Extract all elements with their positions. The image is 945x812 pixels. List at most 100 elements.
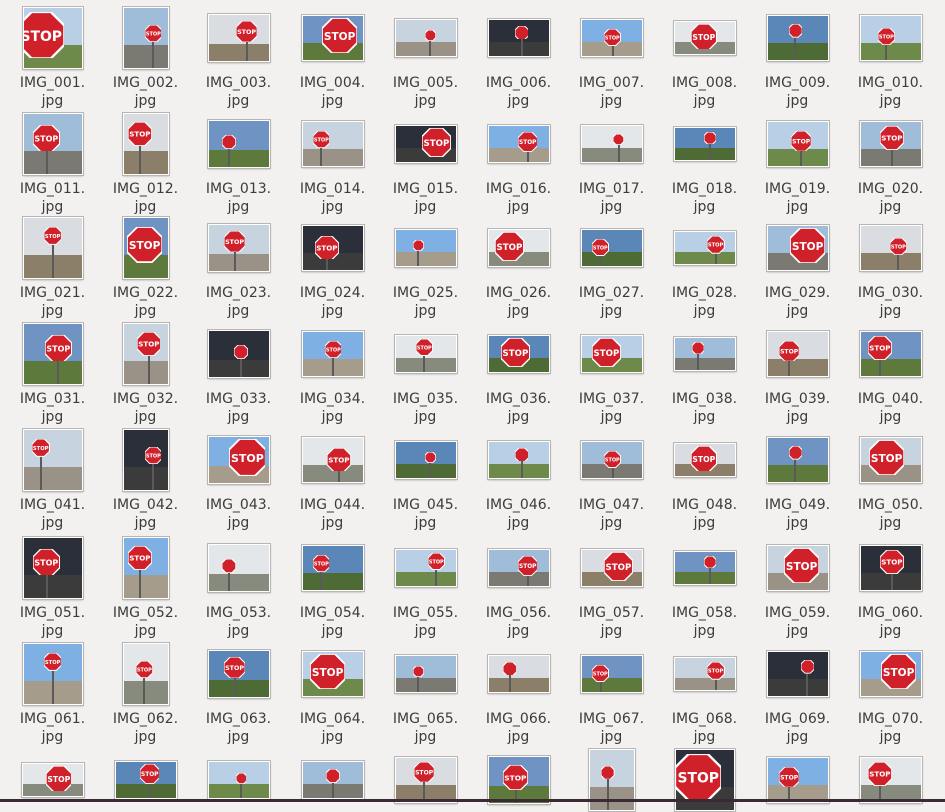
file-item[interactable]: STOP IMG_037. jpg — [565, 322, 658, 426]
stop-sign-icon — [424, 451, 436, 463]
file-item[interactable]: STOP IMG_035. jpg — [379, 322, 472, 426]
file-item-partial[interactable]: STOP — [99, 748, 192, 812]
file-item[interactable]: IMG_069. jpg — [751, 642, 844, 746]
thumbnail-frame: STOP — [472, 748, 565, 812]
file-item[interactable]: IMG_018. jpg — [658, 112, 751, 216]
file-extension: jpg — [600, 93, 623, 109]
file-item-partial[interactable] — [565, 748, 658, 812]
file-item-partial[interactable]: STOP — [751, 748, 844, 812]
file-item[interactable]: STOP IMG_029. jpg — [751, 216, 844, 320]
file-item[interactable]: STOP IMG_034. jpg — [286, 322, 379, 426]
file-item[interactable]: STOP IMG_067. jpg — [565, 642, 658, 746]
file-item[interactable]: STOP IMG_070. jpg — [844, 642, 937, 746]
file-item[interactable]: STOP IMG_042. jpg — [99, 428, 192, 532]
file-item[interactable]: STOP IMG_060. jpg — [844, 536, 937, 640]
file-item[interactable]: STOP IMG_008. jpg — [658, 6, 751, 110]
file-item-partial[interactable]: STOP — [658, 748, 751, 812]
file-item[interactable]: STOP IMG_055. jpg — [379, 536, 472, 640]
file-item[interactable]: IMG_017. jpg — [565, 112, 658, 216]
file-item[interactable]: STOP IMG_050. jpg — [844, 428, 937, 532]
file-item[interactable]: IMG_046. jpg — [472, 428, 565, 532]
svg-text:STOP: STOP — [882, 558, 903, 567]
file-extension: jpg — [879, 515, 902, 531]
thumbnail-frame: STOP — [658, 748, 751, 812]
file-item[interactable]: STOP IMG_002. jpg — [99, 6, 192, 110]
file-item[interactable]: STOP IMG_064. jpg — [286, 642, 379, 746]
file-item[interactable]: IMG_038. jpg — [658, 322, 751, 426]
file-item-partial[interactable] — [192, 748, 285, 812]
file-item[interactable]: STOP IMG_023. jpg — [192, 216, 285, 320]
file-item[interactable]: STOP IMG_032. jpg — [99, 322, 192, 426]
file-item[interactable]: STOP IMG_007. jpg — [565, 6, 658, 110]
file-item-partial[interactable]: STOP — [844, 748, 937, 812]
file-item[interactable]: IMG_058. jpg — [658, 536, 751, 640]
stop-sign-icon — [788, 446, 802, 460]
file-item[interactable]: STOP IMG_027. jpg — [565, 216, 658, 320]
file-item[interactable]: STOP IMG_056. jpg — [472, 536, 565, 640]
file-item[interactable]: IMG_045. jpg — [379, 428, 472, 532]
file-extension: jpg — [600, 199, 623, 215]
file-item[interactable]: STOP IMG_054. jpg — [286, 536, 379, 640]
file-item[interactable]: STOP IMG_057. jpg — [565, 536, 658, 640]
file-item[interactable]: STOP IMG_026. jpg — [472, 216, 565, 320]
thumbnail-frame — [379, 216, 472, 280]
file-item[interactable]: STOP IMG_015. jpg — [379, 112, 472, 216]
stop-sign-icon — [514, 447, 529, 462]
file-item[interactable]: STOP IMG_043. jpg — [192, 428, 285, 532]
file-item[interactable]: STOP IMG_068. jpg — [658, 642, 751, 746]
file-item[interactable]: STOP IMG_047. jpg — [565, 428, 658, 532]
file-item[interactable]: STOP IMG_059. jpg — [751, 536, 844, 640]
file-item[interactable]: STOP IMG_031. jpg — [6, 322, 99, 426]
file-item[interactable]: STOP IMG_041. jpg — [6, 428, 99, 532]
file-item-partial[interactable] — [286, 748, 379, 812]
file-item[interactable]: STOP IMG_062. jpg — [99, 642, 192, 746]
file-item[interactable]: STOP IMG_039. jpg — [751, 322, 844, 426]
file-item[interactable]: STOP IMG_028. jpg — [658, 216, 751, 320]
file-item[interactable]: IMG_053. jpg — [192, 536, 285, 640]
file-item[interactable]: STOP IMG_016. jpg — [472, 112, 565, 216]
file-item[interactable]: STOP IMG_012. jpg — [99, 112, 192, 216]
file-item[interactable]: STOP IMG_051. jpg — [6, 536, 99, 640]
file-item[interactable]: STOP IMG_044. jpg — [286, 428, 379, 532]
file-item[interactable]: STOP IMG_030. jpg — [844, 216, 937, 320]
stop-sign-icon: STOP — [517, 556, 538, 576]
file-item[interactable]: STOP IMG_036. jpg — [472, 322, 565, 426]
file-item[interactable]: STOP IMG_020. jpg — [844, 112, 937, 216]
file-item[interactable]: STOP IMG_004. jpg — [286, 6, 379, 110]
thumbnail-frame: STOP — [192, 428, 285, 492]
file-item[interactable]: STOP IMG_061. jpg — [6, 642, 99, 746]
file-item[interactable]: STOP IMG_024. jpg — [286, 216, 379, 320]
file-extension: jpg — [507, 515, 530, 531]
image-thumbnail: STOP — [580, 655, 643, 693]
file-item-partial[interactable]: STOP — [6, 748, 99, 812]
file-extension: jpg — [414, 729, 437, 745]
file-item[interactable]: IMG_013. jpg — [192, 112, 285, 216]
file-item[interactable]: IMG_049. jpg — [751, 428, 844, 532]
file-item[interactable]: IMG_066. jpg — [472, 642, 565, 746]
file-item[interactable]: STOP IMG_011. jpg — [6, 112, 99, 216]
file-item[interactable]: STOP IMG_003. jpg — [192, 6, 285, 110]
thumbnail-ground — [860, 253, 921, 270]
file-item-partial[interactable]: STOP — [472, 748, 565, 812]
image-thumbnail — [487, 655, 550, 693]
file-item[interactable]: IMG_006. jpg — [472, 6, 565, 110]
file-item[interactable]: IMG_009. jpg — [751, 6, 844, 110]
file-item[interactable]: STOP IMG_021. jpg — [6, 216, 99, 320]
file-item[interactable]: STOP IMG_014. jpg — [286, 112, 379, 216]
file-item[interactable]: STOP IMG_001. jpg — [6, 6, 99, 110]
file-item-partial[interactable]: STOP — [379, 748, 472, 812]
file-item[interactable]: STOP IMG_010. jpg — [844, 6, 937, 110]
file-item[interactable]: IMG_065. jpg — [379, 642, 472, 746]
file-item[interactable]: STOP IMG_052. jpg — [99, 536, 192, 640]
file-item[interactable]: STOP IMG_048. jpg — [658, 428, 751, 532]
file-item[interactable]: STOP IMG_063. jpg — [192, 642, 285, 746]
file-item[interactable]: IMG_025. jpg — [379, 216, 472, 320]
file-item[interactable]: IMG_033. jpg — [192, 322, 285, 426]
thumbnail-sky — [488, 656, 549, 679]
thumbnail-sky — [302, 546, 363, 574]
thumbnail-frame: STOP — [99, 322, 192, 386]
file-item[interactable]: IMG_005. jpg — [379, 6, 472, 110]
file-item[interactable]: STOP IMG_019. jpg — [751, 112, 844, 216]
file-item[interactable]: STOP IMG_040. jpg — [844, 322, 937, 426]
file-item[interactable]: STOP IMG_022. jpg — [99, 216, 192, 320]
